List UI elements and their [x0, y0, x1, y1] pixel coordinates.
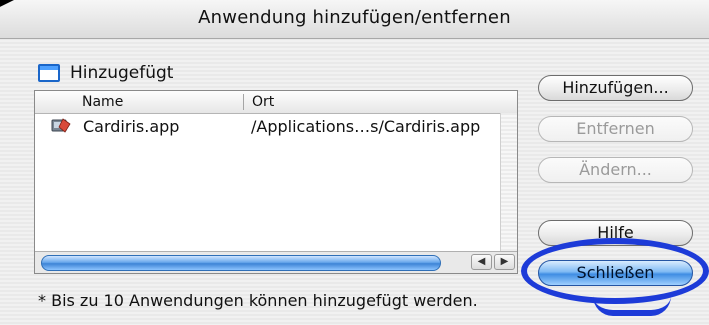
highlight-circle-tail — [593, 296, 671, 316]
column-header-ort[interactable]: Ort — [252, 94, 274, 110]
scroll-left-icon[interactable]: ◀ — [471, 254, 492, 270]
table-row[interactable]: Cardiris.app /Applications…s/Cardiris.ap… — [35, 115, 503, 137]
footer-note: * Bis zu 10 Anwendungen können hinzugefü… — [38, 291, 478, 310]
added-list-header: Hinzugefügt — [38, 63, 173, 83]
cell-app-location: /Applications…s/Cardiris.app — [251, 117, 481, 136]
window-icon — [38, 64, 60, 82]
vertical-scrollbar[interactable] — [500, 113, 517, 251]
added-list-label: Hinzugefügt — [70, 63, 174, 83]
scroll-right-icon[interactable]: ▶ — [494, 254, 515, 270]
table-header: Name Ort — [35, 91, 517, 114]
column-divider — [243, 94, 244, 110]
change-button[interactable]: Ändern... — [538, 157, 693, 183]
column-header-name[interactable]: Name — [82, 94, 123, 110]
highlight-circle — [521, 238, 709, 304]
remove-button[interactable]: Entfernen — [538, 116, 693, 142]
horizontal-scroll-thumb[interactable] — [41, 255, 441, 271]
window-title: Anwendung hinzufügen/entfernen — [198, 7, 511, 28]
horizontal-scroll-arrows: ◀ ▶ — [471, 254, 515, 270]
application-icon — [51, 118, 71, 133]
add-button[interactable]: Hinzufügen... — [538, 75, 693, 101]
title-bar[interactable]: Anwendung hinzufügen/entfernen — [0, 0, 709, 39]
applications-table[interactable]: Name Ort Cardiris.app /Applications…s/Ca… — [34, 90, 518, 274]
dialog-window: Anwendung hinzufügen/entfernen Hinzugefü… — [0, 0, 709, 325]
cell-app-name: Cardiris.app — [83, 117, 180, 136]
horizontal-scrollbar[interactable]: ◀ ▶ — [35, 251, 517, 273]
